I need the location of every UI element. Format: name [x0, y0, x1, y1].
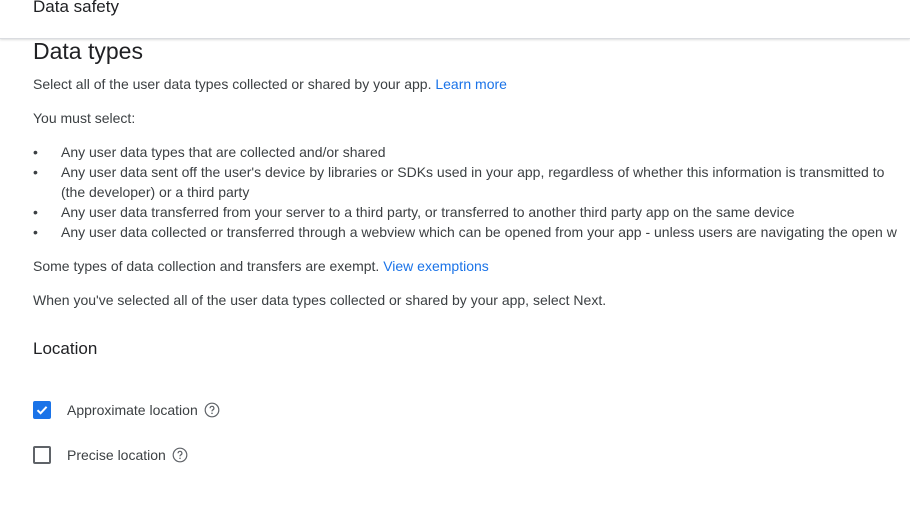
list-item: • Any user data transferred from your se… — [33, 202, 910, 222]
view-exemptions-link[interactable]: View exemptions — [383, 258, 489, 274]
list-item-text: Any user data transferred from your serv… — [61, 204, 795, 220]
intro-paragraph: Select all of the user data types collec… — [33, 74, 507, 94]
bullet-icon: • — [33, 144, 38, 160]
list-item: • Any user data sent off the user's devi… — [33, 162, 910, 202]
exempt-paragraph: Some types of data collection and transf… — [33, 256, 489, 276]
help-circle-icon[interactable] — [172, 447, 188, 463]
checkmark-icon — [36, 406, 48, 415]
learn-more-link[interactable]: Learn more — [435, 76, 507, 92]
approximate-location-label: Approximate location — [67, 402, 198, 418]
page-header-title: Data safety — [33, 0, 119, 16]
next-instruction-text: When you've selected all of the user dat… — [33, 292, 607, 308]
requirements-list: • Any user data types that are collected… — [33, 142, 910, 242]
list-item: • Any user data collected or transferred… — [33, 222, 910, 242]
top-app-bar: Data safety — [0, 0, 910, 39]
list-item-text: Any user data collected or transferred t… — [61, 224, 897, 240]
precise-location-label: Precise location — [67, 447, 166, 463]
precise-location-option[interactable]: Precise location — [33, 444, 188, 466]
help-circle-icon[interactable] — [204, 402, 220, 418]
precise-location-checkbox[interactable] — [33, 446, 51, 464]
location-section-title: Location — [33, 339, 98, 358]
list-item-text: Any user data types that are collected a… — [61, 144, 386, 160]
intro-text: Select all of the user data types collec… — [33, 76, 436, 92]
bullet-icon: • — [33, 224, 38, 240]
section-title: Data types — [33, 38, 143, 64]
approximate-location-checkbox[interactable] — [33, 401, 51, 419]
bullet-icon: • — [33, 204, 38, 220]
exempt-text: Some types of data collection and transf… — [33, 258, 384, 274]
list-item-text: Any user data sent off the user's device… — [61, 164, 885, 180]
list-item: • Any user data types that are collected… — [33, 142, 910, 162]
approximate-location-option[interactable]: Approximate location — [33, 399, 220, 421]
must-select-text: You must select: — [33, 110, 136, 126]
list-item-text-continued: (the developer) or a third party — [61, 184, 250, 200]
bullet-icon: • — [33, 164, 38, 180]
